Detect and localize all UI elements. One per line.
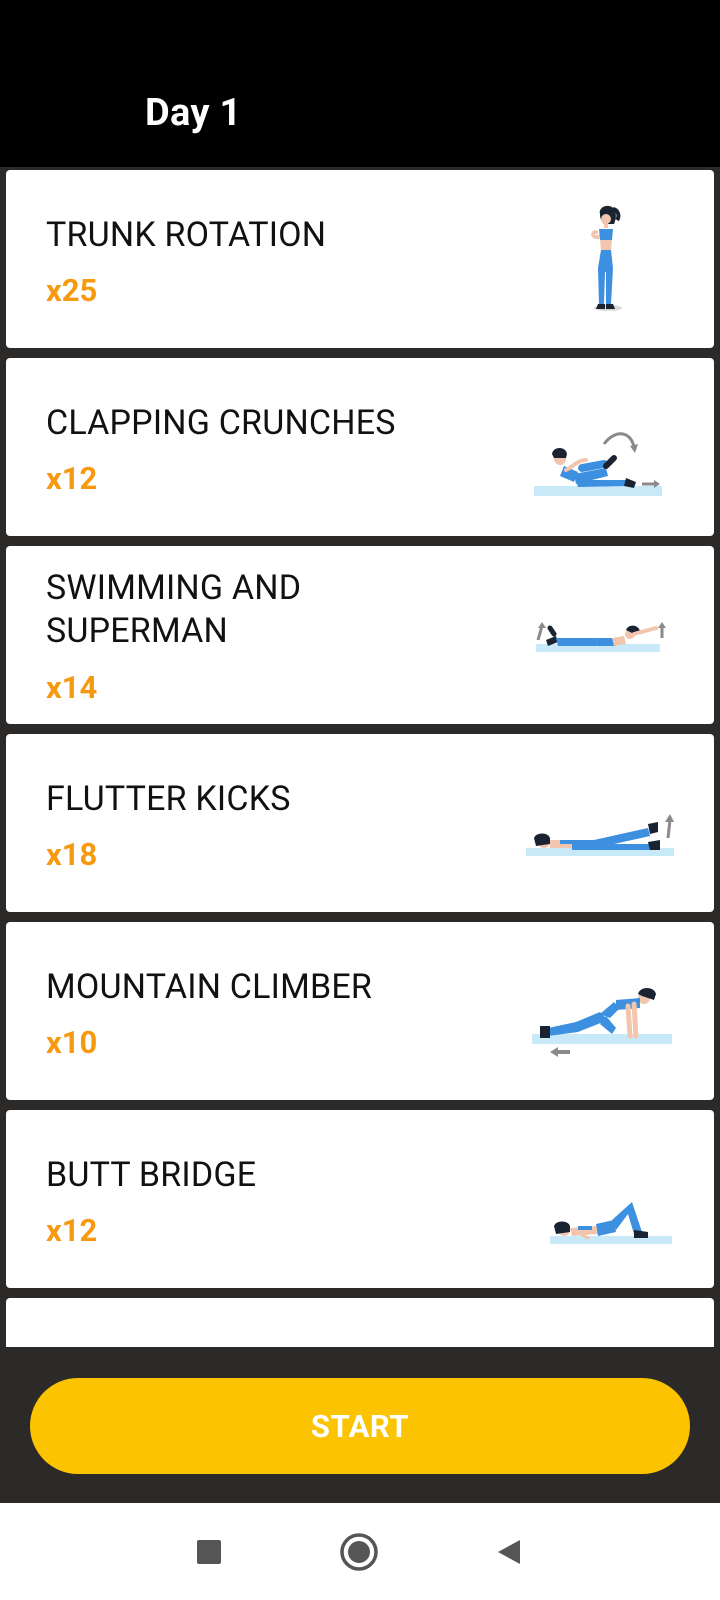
exercise-name: FLUTTER KICKS bbox=[46, 779, 291, 819]
exercise-card-flutter-kicks[interactable]: FLUTTER KICKS x18 bbox=[6, 734, 714, 912]
start-button[interactable]: START bbox=[30, 1378, 690, 1474]
exercise-name: CLAPPING CRUNCHES bbox=[46, 403, 396, 443]
butt-bridge-illustration bbox=[550, 1202, 672, 1244]
clapping-crunches-illustration bbox=[534, 432, 662, 496]
home-circle-icon[interactable] bbox=[336, 1529, 382, 1575]
exercise-card-next[interactable] bbox=[6, 1298, 714, 1347]
exercise-card-clapping-crunches[interactable]: CLAPPING CRUNCHES x12 bbox=[6, 358, 714, 536]
back-triangle-icon[interactable] bbox=[486, 1529, 532, 1575]
exercise-reps: x12 bbox=[46, 460, 98, 497]
exercise-reps: x18 bbox=[46, 836, 98, 873]
flutter-kicks-illustration bbox=[526, 814, 674, 856]
exercise-name: TRUNK ROTATION bbox=[46, 215, 327, 255]
exercise-card-butt-bridge[interactable]: BUTT BRIDGE x12 bbox=[6, 1110, 714, 1288]
trunk-rotation-illustration bbox=[591, 205, 622, 311]
exercise-name: SWIMMING AND SUPERMAN bbox=[46, 568, 302, 651]
app-header: Day 1 bbox=[0, 0, 720, 167]
page-title: Day 1 bbox=[145, 91, 242, 135]
exercise-card-swimming-superman[interactable]: SWIMMING AND SUPERMAN x14 bbox=[6, 546, 714, 724]
system-navigation-bar bbox=[0, 1503, 720, 1600]
exercise-reps: x10 bbox=[46, 1024, 98, 1061]
exercise-name: MOUNTAIN CLIMBER bbox=[46, 967, 373, 1007]
exercise-card-trunk-rotation[interactable]: TRUNK ROTATION x25 bbox=[6, 170, 714, 348]
exercise-reps: x12 bbox=[46, 1212, 98, 1249]
exercise-list[interactable]: TRUNK ROTATION x25 CLAPPING CRUNCHES x12 bbox=[0, 167, 720, 1347]
swimming-superman-illustration bbox=[536, 622, 666, 652]
recents-square-icon[interactable] bbox=[186, 1529, 232, 1575]
exercise-name: BUTT BRIDGE bbox=[46, 1155, 257, 1195]
exercise-reps: x25 bbox=[46, 272, 98, 309]
exercise-card-mountain-climber[interactable]: MOUNTAIN CLIMBER x10 bbox=[6, 922, 714, 1100]
bottom-action-bar: START bbox=[0, 1347, 720, 1503]
exercise-reps: x14 bbox=[46, 669, 98, 706]
mountain-climber-illustration bbox=[532, 988, 672, 1057]
